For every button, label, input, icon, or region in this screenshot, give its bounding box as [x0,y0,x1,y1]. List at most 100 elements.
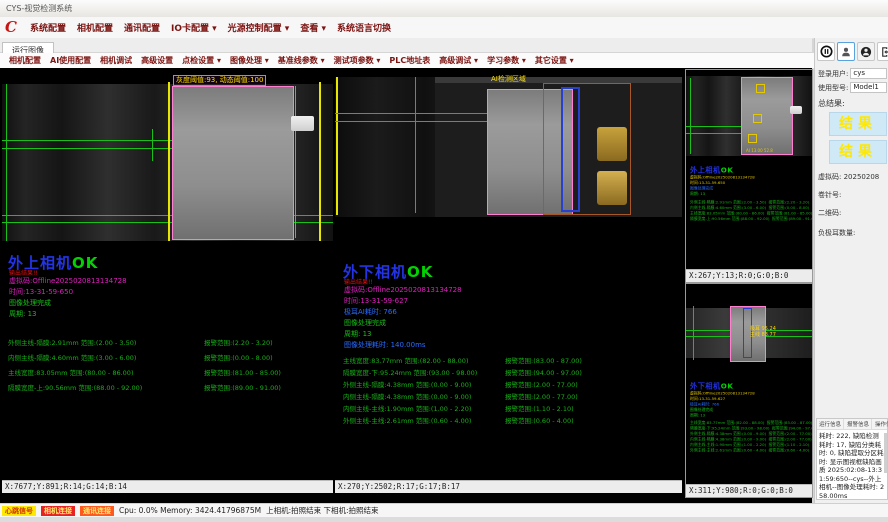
menu-light-config[interactable]: 光源控制配置 ▾ [228,21,290,34]
thumbnail-upper-camera[interactable]: AI 13.00 52.8 外上相机OK 虚拟码:Offline20250208… [685,69,813,283]
virtual-code-field: 虚拟码: 20250208 [818,172,887,182]
tool-advanced-debug[interactable]: 高级调试 ▾ [439,55,478,66]
roi-rect-orange [543,83,631,215]
neg-tab-count-label: 负极耳数量: [818,229,855,237]
window-title: CYS-视觉检测系统 [6,4,72,13]
menu-bar: C 系统配置 相机配置 通讯配置 IO卡配置 ▾ 光源控制配置 ▾ 查看 ▾ 系… [0,17,888,39]
menu-view[interactable]: 查看 ▾ [300,21,326,34]
qrcode-label: 二维码: [818,209,841,217]
measure-row: 外侧主线-隔膜:4.38mm 范围:(0.00 - 9.00) 报警范围:(2.… [343,379,678,389]
app-logo-icon: C [5,20,17,35]
threshold-overlay-label: 灰度阈值:93, 动态阈值:100 [173,75,266,86]
camera-link-badge: 相机连接 [41,506,75,516]
thumb-image: AI 13.00 52.8 [686,70,812,156]
tab-row: 运行图像 [0,38,812,53]
tool-camera-config[interactable]: 相机配置 [9,55,41,66]
menu-io-config[interactable]: IO卡配置 ▾ [171,21,217,34]
measure-row: 内侧主线-主线:1.90mm 范围:(1.00 - 2.20) 报警范围:(1.… [343,403,678,413]
cursor-coord-bar: X:270;Y:2502;R:17;G:17;B:17 [335,480,682,493]
thumbnail-lower-camera[interactable]: 极耳 95.24主线 83.77 外下相机OK 虚拟码:Offline20250… [685,283,813,498]
time-line: 时间:13-31-59-627 [344,296,408,306]
measure-text: 外侧主线-隔膜:2.91mm 范围:(2.00 - 3.50) [8,339,136,347]
measure-text: 外侧主线-主线:2.61mm 范围:(0.60 - 4.00) [343,417,471,425]
neg-tab-count-field: 负极耳数量: [818,228,887,238]
baseline-horizontal [686,133,744,134]
cursor-coord-bar: X:7677;Y:891;R:14;G:14;B:14 [2,480,333,493]
tool-other-settings[interactable]: 其它设置 ▾ [535,55,574,66]
pause-button[interactable] [817,42,835,61]
needle-no-field: 卷针号: [818,190,887,200]
time-line: 时间:13-31-59-650 [9,287,73,297]
tab-connector-blob [790,106,802,114]
main-area: 灰度阈值:93, 动态阈值:100 外上相机OK 输出结果!! 虚拟码:Offl… [0,68,812,503]
cycle-line: 周期: 13 [344,329,372,339]
baseline-horizontal [2,140,172,141]
menu-comm-config[interactable]: 通讯配置 [124,21,160,34]
measure-row: 内侧主线-隔膜:4.38mm 范围:(0.00 - 9.00) 报警范围:(2.… [343,391,678,401]
user-button-secondary[interactable] [857,42,875,61]
electrode-region [172,86,294,240]
tool-baseline-params[interactable]: 基准线参数 ▾ [278,55,325,66]
user-icon [840,46,852,58]
log-tab-run[interactable]: 运行信息 [817,419,844,429]
alarm-text: 报警范围:(83.00 - 87.00) [505,355,582,365]
camera-result-title: 外下相机OK [690,380,812,390]
tool-test-params[interactable]: 测试项参数 ▾ [334,55,381,66]
tool-ai-config[interactable]: AI使用配置 [50,55,91,66]
right-sidebar: 登录用户: cys 使用型号: Model1 总结果: 结果 结果 虚拟码: 2… [814,38,888,504]
camera-name: 外上相机 [690,166,721,174]
process-time-line: 图像处理耗时: 140.00ms [344,340,426,350]
alarm-text: 报警范围:(1.10 - 2.10) [505,403,574,413]
tool-spot-check[interactable]: 点检设置 ▾ [182,55,221,66]
bottom-strip [0,517,888,522]
baseline-vertical [6,84,7,241]
menu-camera-config[interactable]: 相机配置 [77,21,113,34]
measure-row: 主线宽度:83.77mm 范围:(82.00 - 88.00) 报警范围:(83… [343,355,678,365]
alarm-text: 报警范围:(81.00 - 85.00) [204,367,281,377]
log-tab-alarm[interactable]: 报警信息 [845,419,872,429]
tool-advanced-settings[interactable]: 高级设置 [141,55,173,66]
measure-row: 外侧主线-主线:2.61mm 范围:(0.60 - 4.00) 报警范围:(0.… [690,448,812,454]
log-tab-operate[interactable]: 操作信息 [873,419,888,429]
defect-box-yellow [756,84,765,93]
menu-system-config[interactable]: 系统配置 [30,21,66,34]
logout-button[interactable] [877,42,888,61]
menu-language-switch[interactable]: 系统语言切换 [337,21,391,34]
result-ok: OK [721,382,734,390]
camera-view-lower[interactable]: AI检测区域 外下相机OK 输出结果!! 虚拟码:Offline20250208… [335,69,682,493]
camera-result-title: 外上相机OK [690,164,812,174]
measure-row: 隔膜宽度-下:95.24mm 范围:(93.00 - 98.00) 报警范围:(… [343,367,678,377]
measure-row: 外侧主线-隔膜:2.91mm 范围:(2.00 - 3.50) 报警范围:(2.… [8,337,329,347]
qrcode-field: 二维码: [818,208,887,218]
upper-camera-image: 灰度阈值:93, 动态阈值:100 [2,69,333,241]
edge-line-magenta [295,86,296,238]
login-user-value[interactable]: cys [850,68,887,79]
baseline-horizontal [335,113,490,114]
tool-image-process[interactable]: 图像处理 ▾ [230,55,269,66]
user-button-active[interactable] [837,42,855,61]
model-value[interactable]: Model1 [850,82,887,93]
tool-plc-table[interactable]: PLC地址表 [389,55,430,66]
cycle-line: 周期: 13 [9,309,37,319]
process-done-line: 图像处理完成 [344,318,386,328]
pause-icon [820,45,833,58]
camera-view-upper[interactable]: 灰度阈值:93, 动态阈值:100 外上相机OK 输出结果!! 虚拟码:Offl… [2,69,333,493]
measure-text: 内侧主线-隔膜:4.60mm 范围:(3.00 - 6.00) [8,354,136,362]
tool-learn-params[interactable]: 学习参数 ▾ [487,55,526,66]
alarm-text: 报警范围:(2.00 - 77.00) [505,379,578,389]
logout-door-icon [880,46,888,58]
tool-camera-debug[interactable]: 相机调试 [100,55,132,66]
thumb-image: 极耳 95.24主线 83.77 [686,302,812,374]
login-user-label: 登录用户: [818,69,848,79]
measure-line-yellow [336,77,338,215]
login-user-row: 登录用户: cys [818,68,887,79]
heartbeat-badge: 心跳信号 [2,506,36,516]
title-bar: CYS-视觉检测系统 [0,0,888,18]
needle-no-label: 卷针号: [818,191,841,199]
baseline-horizontal [2,148,172,149]
app-window: CYS-视觉检测系统 C 系统配置 相机配置 通讯配置 IO卡配置 ▾ 光源控制… [0,0,888,522]
log-scrollbar[interactable] [884,433,887,473]
camera-name: 外下相机 [690,382,721,390]
virtual-code-label: 虚拟码: [818,173,841,181]
process-done-line: 图像处理完成 [9,298,51,308]
